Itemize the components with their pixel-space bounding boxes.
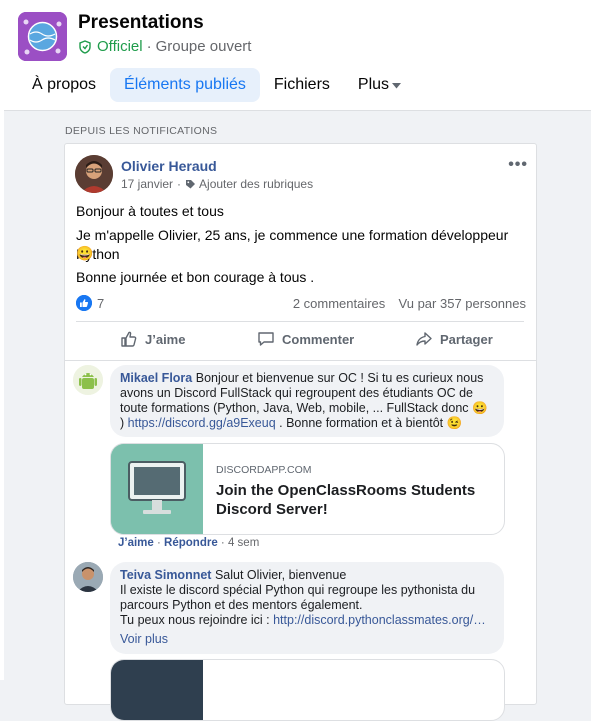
tab-a-propos[interactable]: À propos [18,68,110,102]
preview-title: Join the OpenClassRooms Students Discord… [216,482,476,518]
tab-plus-label: Plus [357,76,390,93]
post-meta: 17 janvier · Ajouter des rubriques [121,177,313,191]
reactions-bar: 7 2 commentaires Vu par 357 personnes [76,294,526,314]
group-header: Presentations Officiel · Groupe ouvert À… [0,0,591,111]
subtitle-separator: · [146,38,152,55]
preview-image [111,660,203,720]
comment-text: Il existe le discord spécial Python qui … [120,583,476,612]
left-panel-edge [0,110,4,680]
comment-link[interactable]: http://discord.pythonclassmates.org/… [273,613,486,627]
like-button[interactable]: J’aime [120,330,185,348]
comment-time[interactable]: 4 sem [228,537,259,549]
share-button[interactable]: Partager [415,330,493,348]
share-label: Partager [440,331,493,347]
link-preview[interactable]: DISCORDAPP.COM Join the OpenClassRooms S… [110,443,505,535]
comment-bubble: Mikael Flora Bonjour et bienvenue sur OC… [110,365,504,437]
link-preview[interactable] [110,659,505,721]
post-card: Olivier Heraud 17 janvier · Ajouter des … [64,143,537,721]
comment-reply-link[interactable]: Répondre [164,537,218,549]
add-topics-link[interactable]: Ajouter des rubriques [199,177,313,191]
see-more-link[interactable]: Voir plus [120,632,168,647]
meta-separator: · [177,177,182,191]
share-icon [416,332,432,346]
divider [65,360,536,361]
group-subtitle: Officiel · Groupe ouvert [78,38,251,55]
tab-fichiers[interactable]: Fichiers [260,68,344,102]
comment-text: Salut Olivier, bienvenue [214,568,347,582]
group-title[interactable]: Presentations [78,12,204,34]
post-line-4: Bonne journée et bon courage à tous . [76,269,315,285]
comment-bubble: Teiva Simonnet Salut Olivier, bienvenue … [110,562,504,654]
commenter-avatar[interactable] [73,365,103,395]
official-badge-icon [78,39,92,54]
monitor-icon [111,444,203,534]
divider [76,321,524,322]
comments-count[interactable]: 2 commentaires [293,296,385,311]
comment-actions: J’aime · Répondre · 4 sem [118,537,260,549]
comment-label: Commenter [282,331,355,347]
commenter-avatar[interactable] [73,562,103,592]
preview-domain: DISCORDAPP.COM [216,464,312,476]
comment-author[interactable]: Teiva Simonnet [120,568,211,582]
comment-author[interactable]: Mikael Flora [120,371,192,385]
caret-down-icon [392,76,402,94]
group-tabs: À propos Éléments publiés Fichiers Plus [18,68,415,102]
comment-text: Tu peux nous rejoindre ici : [120,613,274,627]
comment-text-end: . Bonne formation et à bientôt 😉 [275,416,463,430]
like-label: J’aime [145,331,186,347]
seen-by[interactable]: Vu par 357 personnes [399,296,526,311]
comment-like-link[interactable]: J’aime [118,537,154,549]
group-type: Groupe ouvert [155,38,252,55]
official-label: Officiel [97,38,143,55]
post-date[interactable]: 17 janvier [121,177,173,191]
more-options-icon[interactable]: ••• [508,156,528,174]
author-avatar[interactable] [75,155,113,193]
section-label: DEPUIS LES NOTIFICATIONS [65,125,218,137]
post-line-1: Bonjour à toutes et tous [76,203,224,219]
comment-button[interactable]: Commenter [257,330,354,348]
tag-icon [185,179,196,190]
tab-plus[interactable]: Plus [344,68,415,102]
post-stats: 2 commentaires Vu par 357 personnes [293,296,526,311]
tab-elements-publies[interactable]: Éléments publiés [110,68,260,102]
like-count[interactable]: 7 [97,296,104,311]
like-reaction-icon[interactable] [76,295,92,311]
group-avatar[interactable] [18,12,67,61]
thumbs-up-icon [121,331,137,347]
post-line-3: 😀 [76,245,94,261]
post-author[interactable]: Olivier Heraud [121,158,217,174]
comment-link[interactable]: https://discord.gg/a9Exeuq [128,416,276,430]
comment-icon [258,332,274,346]
